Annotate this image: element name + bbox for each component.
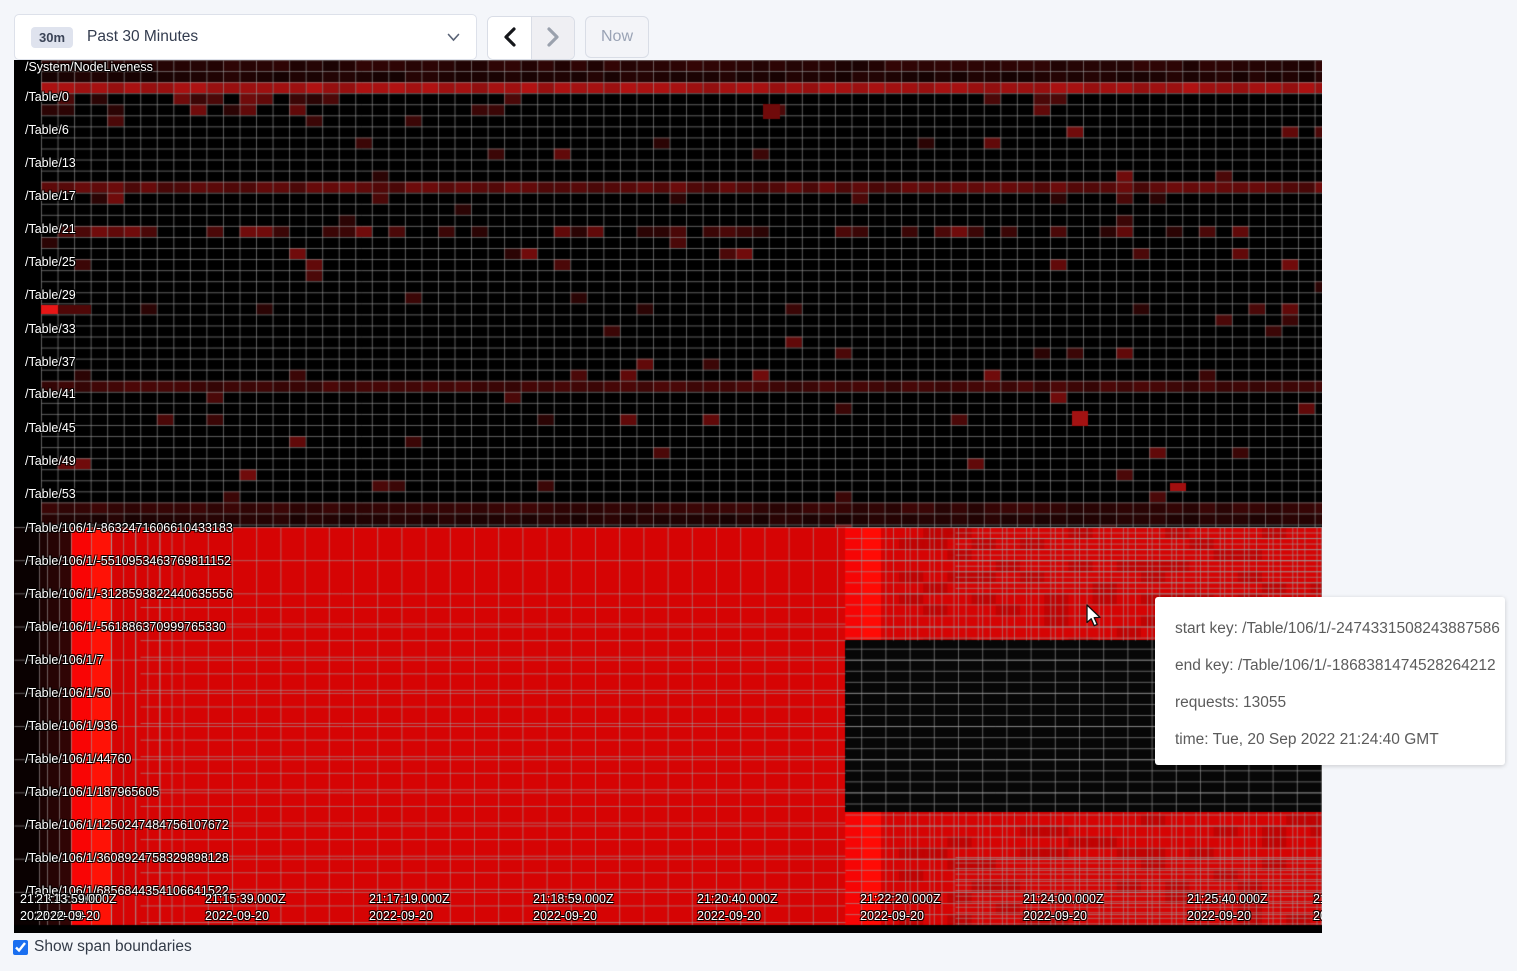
time-range-select[interactable]: 30m Past 30 Minutes [14,14,477,60]
footer: Show span boundaries [13,938,192,956]
tooltip-line: requests: 13055 [1175,684,1485,721]
tooltip-line: time: Tue, 20 Sep 2022 21:24:40 GMT [1175,721,1485,758]
cell-tooltip: start key: /Table/106/1/-247433150824388… [1155,597,1505,765]
tooltip-line: end key: /Table/106/1/-18683814745282642… [1175,647,1485,684]
time-nav-group [487,16,575,60]
chevron-right-icon [547,27,560,50]
toolbar: 30m Past 30 Minutes Now [14,14,649,60]
time-range-label: Past 30 Minutes [87,28,198,46]
chevron-down-icon [447,33,460,42]
heatmap-canvas[interactable] [14,60,1322,933]
key-visualizer-chart: /System/NodeLiveness/Table/0/Table/6/Tab… [14,60,1322,933]
span-boundaries-checkbox[interactable] [13,940,28,955]
forward-button[interactable] [531,17,574,59]
tooltip-line: start key: /Table/106/1/-247433150824388… [1175,610,1485,647]
back-button[interactable] [488,17,531,59]
now-button[interactable]: Now [585,16,649,58]
chevron-left-icon [503,27,516,50]
time-range-badge: 30m [31,27,73,48]
span-boundaries-label[interactable]: Show span boundaries [34,938,192,956]
